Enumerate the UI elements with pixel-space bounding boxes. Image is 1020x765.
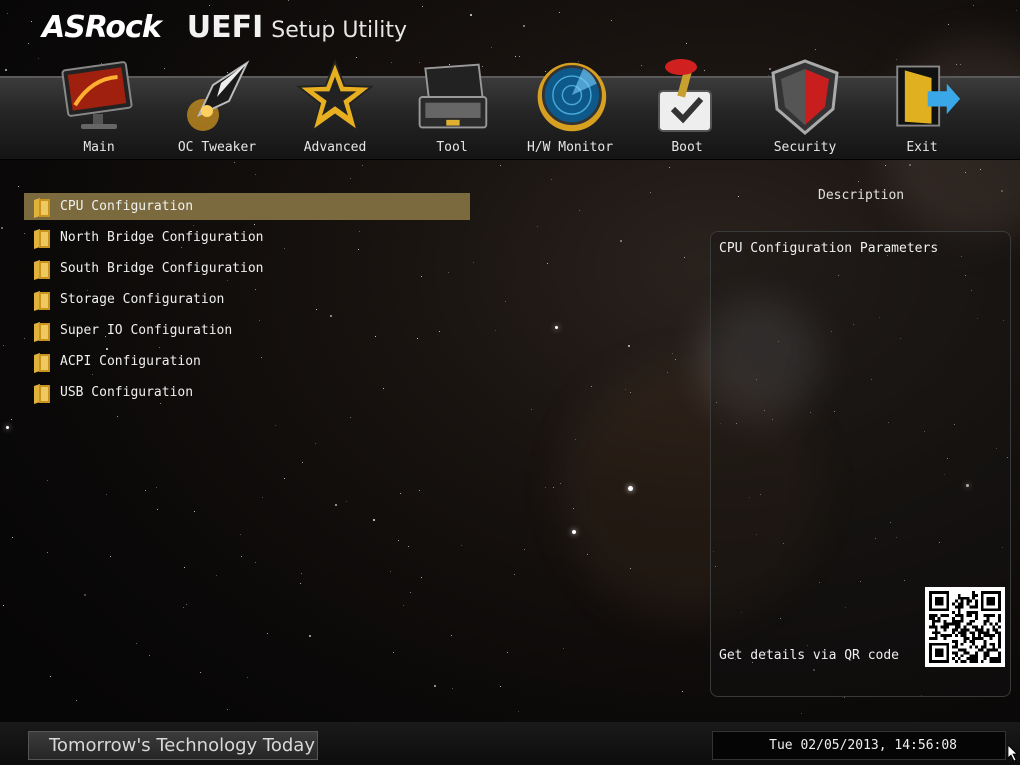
menu-item-label: USB Configuration: [60, 385, 194, 400]
star-icon: [295, 56, 375, 138]
exit-door-icon: [882, 56, 962, 138]
tab-boot[interactable]: Boot: [632, 56, 742, 164]
tab-main[interactable]: Main: [44, 56, 154, 164]
folder-icon: [32, 320, 52, 342]
brand-header: ASRock UEFI Setup Utility: [42, 10, 407, 50]
brand-logo: ASRock: [42, 10, 162, 45]
menu-item-label: Storage Configuration: [60, 292, 225, 307]
slogan: Tomorrow's Technology Today: [28, 731, 318, 760]
product-subtitle: Setup Utility: [271, 18, 408, 43]
radar-icon: [530, 56, 610, 138]
config-menu: CPU Configuration North Bridge Configura…: [24, 193, 470, 410]
tab-hw-monitor-label: H/W Monitor: [526, 140, 614, 155]
mouse-cursor-icon: [1007, 744, 1018, 765]
menu-item-cpu-configuration[interactable]: CPU Configuration: [24, 193, 470, 220]
tab-tool[interactable]: Tool: [397, 56, 507, 164]
description-text: CPU Configuration Parameters: [719, 241, 939, 256]
menu-item-label: CPU Configuration: [60, 199, 194, 214]
description-title: Description: [818, 188, 905, 203]
folder-icon: [32, 258, 52, 280]
tab-security[interactable]: Security: [750, 56, 860, 164]
tab-security-label: Security: [773, 140, 837, 155]
menu-item-label: Super IO Configuration: [60, 323, 233, 338]
menu-item-south-bridge-configuration[interactable]: South Bridge Configuration: [24, 255, 470, 282]
folder-icon: [32, 382, 52, 404]
menu-item-usb-configuration[interactable]: USB Configuration: [24, 379, 470, 406]
qr-hint-text: Get details via QR code: [719, 648, 900, 663]
tab-oc-tweaker[interactable]: OC Tweaker: [162, 56, 272, 164]
menu-item-label: North Bridge Configuration: [60, 230, 264, 245]
shield-icon: [765, 56, 845, 138]
menu-item-label: ACPI Configuration: [60, 354, 201, 369]
description-panel: CPU Configuration Parameters Get details…: [710, 231, 1011, 697]
menu-item-label: South Bridge Configuration: [60, 261, 264, 276]
tab-boot-label: Boot: [671, 140, 703, 155]
joystick-icon: [647, 56, 727, 138]
main-navbar: Main OC Tweaker Advanced Tool H/W Monito…: [0, 59, 1020, 160]
monitor-icon: [59, 56, 139, 138]
folder-icon: [32, 289, 52, 311]
folder-icon: [32, 196, 52, 218]
tab-hw-monitor[interactable]: H/W Monitor: [515, 56, 625, 164]
tab-advanced[interactable]: Advanced: [280, 56, 390, 164]
menu-item-north-bridge-configuration[interactable]: North Bridge Configuration: [24, 224, 470, 251]
menu-item-acpi-configuration[interactable]: ACPI Configuration: [24, 348, 470, 375]
rocket-icon: [177, 56, 257, 138]
tab-exit[interactable]: Exit: [867, 56, 977, 164]
toolbox-icon: [412, 56, 492, 138]
folder-icon: [32, 227, 52, 249]
folder-icon: [32, 351, 52, 373]
menu-item-storage-configuration[interactable]: Storage Configuration: [24, 286, 470, 313]
datetime-display: Tue 02/05/2013, 14:56:08: [712, 731, 1006, 760]
tab-advanced-label: Advanced: [303, 140, 367, 155]
qr-code: [925, 587, 1005, 667]
tab-main-label: Main: [83, 140, 115, 155]
product-name: UEFI: [186, 10, 264, 45]
menu-item-super-io-configuration[interactable]: Super IO Configuration: [24, 317, 470, 344]
footer-bar: Tomorrow's Technology Today Tue 02/05/20…: [0, 722, 1020, 765]
tab-tool-label: Tool: [436, 140, 468, 155]
tab-oc-tweaker-label: OC Tweaker: [177, 140, 257, 155]
tab-exit-label: Exit: [906, 140, 938, 155]
